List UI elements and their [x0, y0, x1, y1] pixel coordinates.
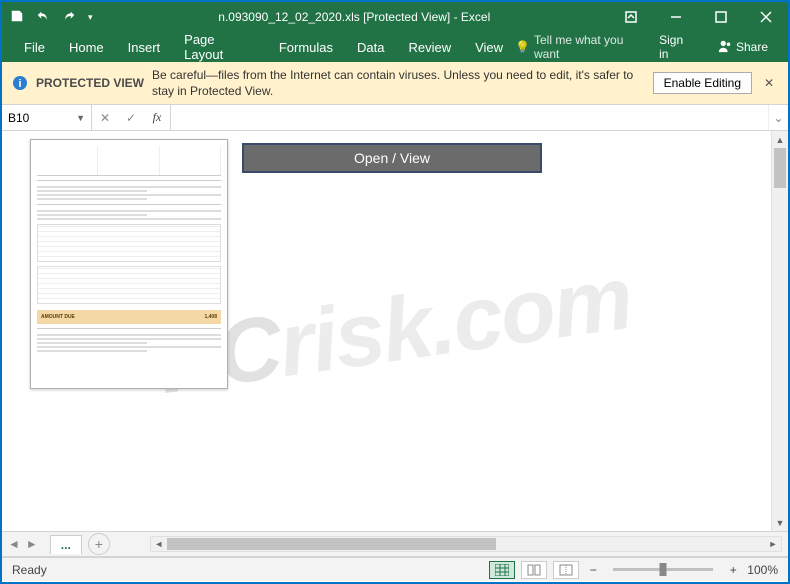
protected-view-message: Be careful—files from the Internet can c… — [152, 67, 645, 99]
svg-text:i: i — [18, 78, 21, 90]
formula-bar: B10 ▼ ✕ ✓ fx ⌄ — [2, 105, 788, 131]
protected-view-bar: i PROTECTED VIEW Be careful—files from t… — [2, 62, 788, 105]
sheet-tab-active[interactable]: ... — [50, 535, 82, 554]
zoom-slider-thumb[interactable] — [660, 563, 667, 576]
redo-icon[interactable] — [62, 9, 76, 26]
watermark-rest: risk.com — [273, 248, 638, 396]
quick-access-toolbar: ▾ — [2, 9, 101, 26]
view-normal-button[interactable] — [489, 561, 515, 579]
open-view-button[interactable]: Open / View — [242, 143, 542, 173]
name-box-dropdown-icon[interactable]: ▼ — [76, 113, 85, 123]
share-label: Share — [736, 40, 768, 54]
document-thumbnail: AMOUNT DUE 1,408 — [30, 139, 228, 389]
enter-formula-icon[interactable]: ✓ — [118, 111, 144, 125]
enable-editing-button[interactable]: Enable Editing — [653, 72, 752, 94]
name-box[interactable]: B10 ▼ — [2, 105, 92, 130]
undo-icon[interactable] — [36, 9, 50, 26]
title-bar: ▾ n.093090_12_02_2020.xls [Protected Vie… — [2, 2, 788, 32]
scroll-down-icon[interactable]: ▼ — [772, 514, 788, 531]
maximize-button[interactable] — [698, 2, 743, 32]
expand-formula-bar-icon[interactable]: ⌄ — [768, 105, 788, 130]
title-filename: n.093090_12_02_2020.xls — [218, 10, 359, 24]
protected-view-close-icon[interactable]: ✕ — [760, 76, 778, 90]
tab-page-layout[interactable]: Page Layout — [172, 32, 267, 62]
formula-input[interactable] — [171, 105, 768, 130]
zoom-slider[interactable] — [613, 568, 713, 571]
save-icon[interactable] — [10, 9, 24, 26]
view-page-layout-button[interactable] — [521, 561, 547, 579]
tab-formulas[interactable]: Formulas — [267, 32, 345, 62]
horizontal-scroll-thumb[interactable] — [167, 538, 496, 550]
ribbon-right: 💡 Tell me what you want Sign in Share — [515, 33, 778, 61]
window-title: n.093090_12_02_2020.xls [Protected View]… — [101, 10, 608, 24]
tab-view[interactable]: View — [463, 32, 515, 62]
tell-me-search[interactable]: 💡 Tell me what you want — [515, 33, 645, 61]
insert-function-button[interactable]: fx — [144, 110, 170, 125]
scroll-right-icon[interactable]: ► — [765, 539, 781, 549]
new-sheet-button[interactable]: + — [88, 533, 110, 555]
ribbon-display-options[interactable] — [608, 2, 653, 32]
thumb-amount-value: 1,408 — [204, 314, 217, 320]
sheet-nav-buttons: ◄ ► — [2, 537, 44, 551]
share-people-icon — [718, 39, 732, 56]
tab-review[interactable]: Review — [396, 32, 463, 62]
vertical-scrollbar[interactable]: ▲ ▼ — [771, 131, 788, 531]
title-suffix: [Protected View] - Excel — [360, 10, 491, 24]
zoom-in-button[interactable]: + — [725, 563, 741, 577]
worksheet-area[interactable]: PCrisk.com AMOUNT DUE 1,408 Open / View … — [2, 131, 788, 531]
info-shield-icon: i — [12, 75, 28, 91]
qat-customize-icon[interactable]: ▾ — [88, 12, 93, 23]
horizontal-scrollbar[interactable]: ◄ ► — [150, 536, 782, 552]
tab-insert[interactable]: Insert — [116, 32, 173, 62]
protected-view-label: PROTECTED VIEW — [36, 76, 144, 90]
sheet-nav-next-icon[interactable]: ► — [26, 537, 38, 551]
close-button[interactable] — [743, 2, 788, 32]
cancel-formula-icon[interactable]: ✕ — [92, 111, 118, 125]
view-page-break-button[interactable] — [553, 561, 579, 579]
lightbulb-icon: 💡 — [515, 40, 530, 54]
window-controls — [608, 2, 788, 32]
minimize-button[interactable] — [653, 2, 698, 32]
tab-data[interactable]: Data — [345, 32, 396, 62]
zoom-level[interactable]: 100% — [747, 563, 778, 577]
status-right: − + 100% — [489, 561, 778, 579]
scroll-up-icon[interactable]: ▲ — [772, 131, 788, 148]
tell-me-label: Tell me what you want — [534, 33, 645, 61]
vertical-scroll-thumb[interactable] — [774, 148, 786, 188]
cell-reference: B10 — [8, 111, 29, 125]
tab-home[interactable]: Home — [57, 32, 116, 62]
status-ready: Ready — [12, 563, 47, 577]
scroll-left-icon[interactable]: ◄ — [151, 539, 167, 549]
sheet-tab-bar: ◄ ► ... + ◄ ► — [2, 531, 788, 557]
zoom-out-button[interactable]: − — [585, 563, 601, 577]
tab-file[interactable]: File — [12, 32, 57, 62]
sheet-nav-prev-icon[interactable]: ◄ — [8, 537, 20, 551]
share-button[interactable]: Share — [708, 39, 778, 56]
sign-in-button[interactable]: Sign in — [653, 33, 700, 61]
ribbon-tabs: File Home Insert Page Layout Formulas Da… — [2, 32, 788, 62]
status-bar: Ready − + 100% — [2, 557, 788, 581]
thumb-amount-label: AMOUNT DUE — [41, 314, 75, 320]
formula-buttons: ✕ ✓ fx — [92, 105, 171, 130]
